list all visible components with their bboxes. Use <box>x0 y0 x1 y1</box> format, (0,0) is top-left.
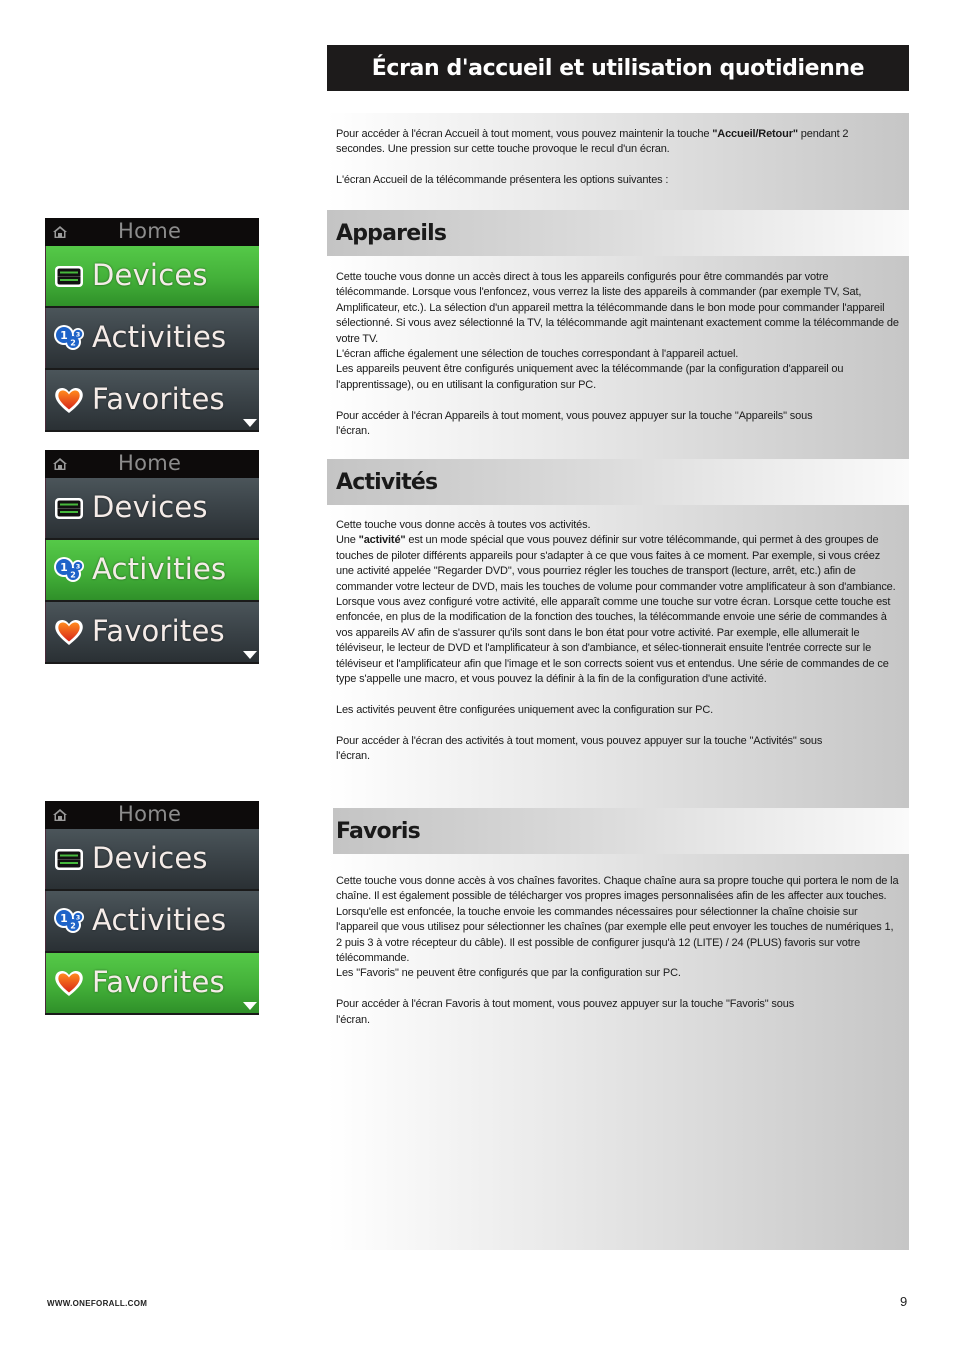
footer-url[interactable]: WWW.ONEFORALL.COM <box>47 1299 147 1308</box>
activities-icon: 123 <box>53 322 85 354</box>
menu-item-favorites[interactable]: Favorites <box>45 370 259 430</box>
menu-item-devices[interactable]: Devices <box>45 478 259 538</box>
activites-paragraph-1: Cette touche vous donne accès à toutes v… <box>336 518 899 687</box>
menu-item-favorites[interactable]: Favorites <box>45 953 259 1013</box>
appareils-paragraph-1: Cette touche vous donne un accès direct … <box>336 270 899 393</box>
screen-header: Home <box>45 450 259 478</box>
favoris-paragraph-1: Cette touche vous donne accès à vos chaî… <box>336 874 899 982</box>
paragraph-text: Lorsque vous avez configuré votre activi… <box>336 596 891 686</box>
page-title: Écran d'accueil et utilisation quotidien… <box>371 55 865 81</box>
term-activite: "activité" <box>358 534 406 547</box>
paragraph-text: Les "Favoris" ne peuvent être configurés… <box>336 967 681 980</box>
triangle-down-icon[interactable] <box>243 419 257 427</box>
heart-icon <box>53 384 85 416</box>
appareils-paragraph-2: Pour accéder à l'écran Appareils à tout … <box>336 409 813 438</box>
menu-item-label: Favorites <box>92 965 225 999</box>
intro-text: Pour accéder à l'écran Accueil à tout mo… <box>336 128 713 140</box>
devices-icon <box>53 843 85 875</box>
menu-item-label: Activities <box>92 903 227 937</box>
svg-text:2: 2 <box>70 571 76 580</box>
triangle-down-icon[interactable] <box>243 651 257 659</box>
menu-list: Devices 1 2 3 Activities Favorites <box>45 829 259 1013</box>
text-run: est un mode spécial que vous pouvez défi… <box>336 534 896 593</box>
section-heading-appareils: Appareils <box>327 210 909 256</box>
paragraph-text: Cette touche vous donne accès à vos chaî… <box>336 875 899 965</box>
paragraph-text: Cette touche vous donne accès à toutes v… <box>336 519 591 531</box>
svg-text:3: 3 <box>76 331 81 339</box>
paragraph-text: Une "activité" est un mode spécial que v… <box>336 533 899 595</box>
page-number: 9 <box>900 1294 908 1309</box>
intro-paragraph-1: Pour accéder à l'écran Accueil à tout mo… <box>336 127 899 158</box>
home-icon <box>53 458 67 470</box>
svg-text:2: 2 <box>70 922 76 931</box>
home-icon <box>53 809 67 821</box>
intro-paragraph-2: L'écran Accueil de la télécommande prése… <box>336 174 669 187</box>
menu-list: Devices 1 2 3 Activities Favorites <box>45 246 259 430</box>
remote-home-screen-1: Home Devices 1 2 3 Activities Favorites <box>45 218 259 432</box>
menu-item-label: Activities <box>92 552 227 586</box>
screen-header: Home <box>45 218 259 246</box>
section-heading-text: Activités <box>336 469 438 495</box>
menu-item-label: Favorites <box>92 614 225 648</box>
screen-header: Home <box>45 801 259 829</box>
remote-home-screen-2: Home Devices 1 2 3 Activities Favorites <box>45 450 259 664</box>
screen-title: Home <box>118 219 182 243</box>
menu-item-activities[interactable]: 1 2 3 Activities <box>45 308 259 368</box>
svg-text:1: 1 <box>60 329 68 342</box>
menu-item-label: Devices <box>92 258 208 292</box>
triangle-down-icon[interactable] <box>243 1002 257 1010</box>
menu-item-devices[interactable]: Devices <box>45 246 259 306</box>
menu-item-label: Devices <box>92 841 208 875</box>
screen-title: Home <box>118 802 182 826</box>
menu-item-activities[interactable]: 1 2 3 Activities <box>45 891 259 951</box>
activites-paragraph-2: Les activités peuvent être configurées u… <box>336 703 714 716</box>
heart-icon <box>53 967 85 999</box>
section-heading-activites: Activités <box>327 459 909 505</box>
paragraph-text: Les appareils peuvent être configurés un… <box>336 363 844 391</box>
intro-key-name: "Accueil/Retour" <box>712 128 798 140</box>
section-heading-text: Appareils <box>336 220 447 246</box>
home-icon <box>53 226 67 238</box>
section-heading-favoris: Favoris <box>333 808 909 854</box>
menu-item-label: Favorites <box>92 382 225 416</box>
heart-icon <box>53 616 85 648</box>
menu-item-favorites[interactable]: Favorites <box>45 602 259 662</box>
paragraph-text: L'écran affiche également une sélection … <box>336 348 739 361</box>
activities-icon: 123 <box>53 554 85 586</box>
page-title-bar: Écran d'accueil et utilisation quotidien… <box>327 45 909 91</box>
favoris-paragraph-2: Pour accéder à l'écran Favoris à tout mo… <box>336 998 795 1026</box>
section-body-favoris: Cette touche vous donne accès à vos chaî… <box>327 854 909 1250</box>
text-run: Une <box>336 534 359 547</box>
section-body-activites: Cette touche vous donne accès à toutes v… <box>327 505 909 808</box>
screen-title: Home <box>118 451 182 475</box>
svg-text:1: 1 <box>60 561 68 574</box>
svg-text:2: 2 <box>70 339 76 348</box>
section-body-appareils: Cette touche vous donne un accès direct … <box>327 256 909 459</box>
paragraph-text: Cette touche vous donne un accès direct … <box>336 271 899 345</box>
activites-paragraph-3: Pour accéder à l'écran des activités à t… <box>336 734 823 763</box>
intro-block: Pour accéder à l'écran Accueil à tout mo… <box>327 113 909 210</box>
svg-text:3: 3 <box>76 563 81 571</box>
menu-list: Devices 1 2 3 Activities Favorites <box>45 478 259 662</box>
menu-item-devices[interactable]: Devices <box>45 829 259 889</box>
devices-icon <box>53 492 85 524</box>
menu-item-label: Activities <box>92 320 227 354</box>
devices-icon <box>53 260 85 292</box>
svg-text:1: 1 <box>60 912 68 925</box>
activities-icon: 123 <box>53 905 85 937</box>
section-heading-text: Favoris <box>336 818 421 844</box>
menu-item-activities[interactable]: 1 2 3 Activities <box>45 540 259 600</box>
menu-item-label: Devices <box>92 490 208 524</box>
remote-home-screen-3: Home Devices 1 2 3 Activities Favorites <box>45 801 259 1015</box>
svg-text:3: 3 <box>76 914 81 922</box>
